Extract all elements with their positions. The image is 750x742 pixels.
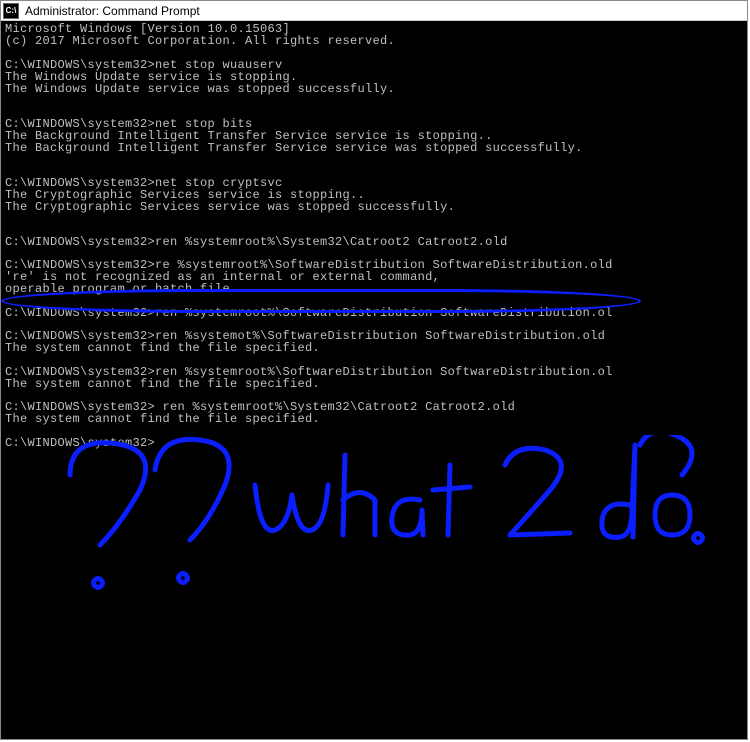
- cmd-icon: C:\: [3, 3, 19, 19]
- console-line: The Background Intelligent Transfer Serv…: [5, 130, 743, 142]
- console-line: [5, 354, 743, 366]
- console-line: [5, 224, 743, 236]
- console-line: C:\WINDOWS\system32>net stop bits: [5, 118, 743, 130]
- title-bar[interactable]: C:\ Administrator: Command Prompt: [1, 1, 747, 21]
- console-output[interactable]: Microsoft Windows [Version 10.0.15063](c…: [1, 21, 747, 739]
- console-line: [5, 213, 743, 225]
- console-line: The Windows Update service was stopped s…: [5, 83, 743, 95]
- console-line: [5, 295, 743, 307]
- console-line: The system cannot find the file specifie…: [5, 413, 743, 425]
- console-line: [5, 425, 743, 437]
- console-line: The Background Intelligent Transfer Serv…: [5, 142, 743, 154]
- console-line: [5, 165, 743, 177]
- console-line: The system cannot find the file specifie…: [5, 378, 743, 390]
- console-line: C:\WINDOWS\system32>ren %systemroot%\Sof…: [5, 307, 743, 319]
- console-line: C:\WINDOWS\system32>ren %systemroot%\Sof…: [5, 366, 743, 378]
- console-line: C:\WINDOWS\system32>ren %systemroot%\Sys…: [5, 236, 743, 248]
- console-line: [5, 47, 743, 59]
- console-line: [5, 95, 743, 107]
- console-line: The Cryptographic Services service is st…: [5, 189, 743, 201]
- console-line: C:\WINDOWS\system32>net stop cryptsvc: [5, 177, 743, 189]
- console-line: operable program or batch file.: [5, 283, 743, 295]
- command-prompt-window: C:\ Administrator: Command Prompt Micros…: [0, 0, 748, 740]
- console-line: (c) 2017 Microsoft Corporation. All righ…: [5, 35, 743, 47]
- console-line: The Cryptographic Services service was s…: [5, 201, 743, 213]
- console-line: [5, 154, 743, 166]
- console-line: C:\WINDOWS\system32>: [5, 437, 743, 449]
- console-line: The Windows Update service is stopping.: [5, 71, 743, 83]
- console-line: [5, 106, 743, 118]
- console-line: C:\WINDOWS\system32>net stop wuauserv: [5, 59, 743, 71]
- window-title: Administrator: Command Prompt: [25, 4, 200, 18]
- console-line: The system cannot find the file specifie…: [5, 342, 743, 354]
